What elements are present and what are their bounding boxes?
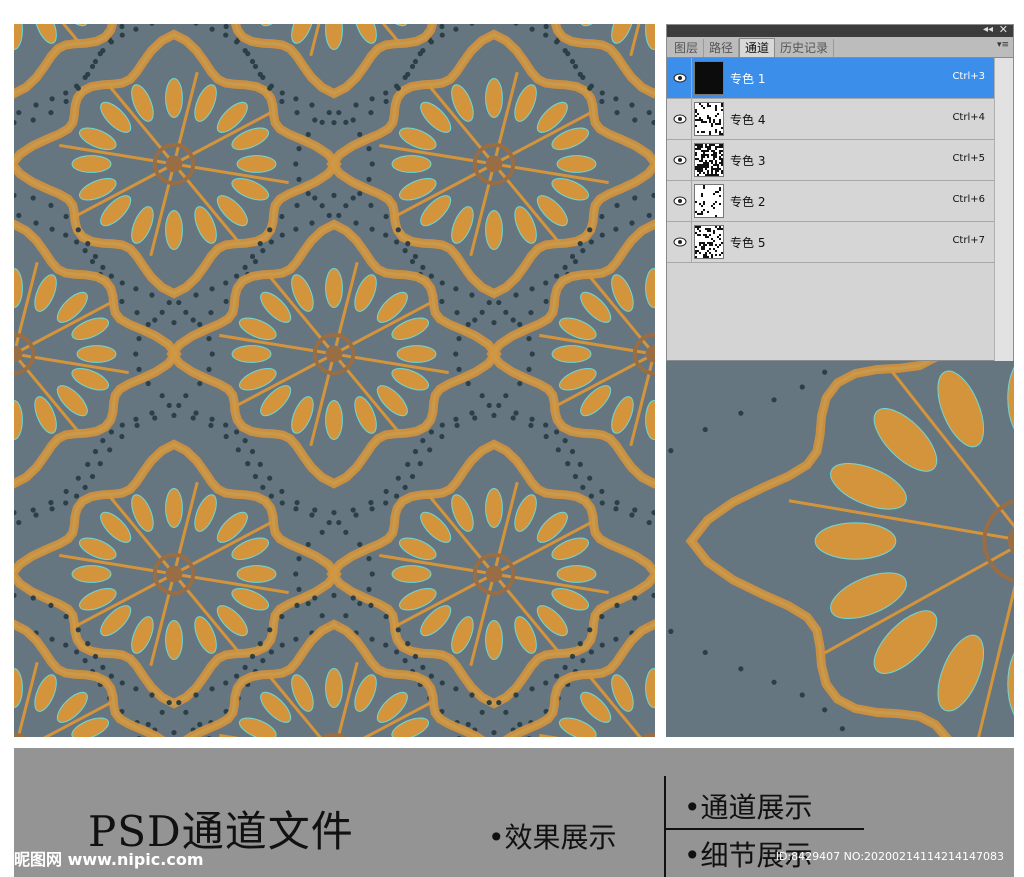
eye-icon[interactable]	[669, 140, 692, 180]
channel-list: 专色 1 Ctrl+3 专色 4 Ctrl+4 专色 3 Ctrl+5 专色 2…	[667, 58, 995, 263]
channel-thumbnail	[694, 184, 724, 218]
footer-banner: PSD通道文件 •效果展示 •通道展示 •细节展示 昵图网 www.nipic.…	[14, 748, 1014, 877]
eye-icon[interactable]	[669, 181, 692, 221]
channel-thumbnail	[694, 143, 724, 177]
channel-row[interactable]: 专色 4 Ctrl+4	[667, 99, 995, 140]
channel-shortcut: Ctrl+7	[952, 235, 985, 246]
channel-shortcut: Ctrl+4	[952, 112, 985, 123]
damask-pattern-image	[14, 24, 655, 737]
panel-menu-icon[interactable]: ▾≡	[997, 40, 1009, 50]
tab-history[interactable]: 历史记录	[775, 39, 835, 57]
channel-shortcut: Ctrl+6	[952, 194, 985, 205]
close-icon[interactable]: ✕	[999, 23, 1008, 37]
divider-vertical	[664, 776, 666, 877]
channel-thumbnail	[694, 102, 724, 136]
eye-icon[interactable]	[669, 99, 692, 139]
effect-label: •效果展示	[488, 821, 617, 854]
tab-paths[interactable]: 路径	[704, 39, 740, 57]
channel-name: 专色 1	[730, 72, 766, 86]
channel-row[interactable]: 专色 2 Ctrl+6	[667, 181, 995, 222]
channel-name: 专色 3	[730, 154, 766, 168]
watermark-id: ID:8429407 NO:20200214114214147083	[775, 850, 1004, 863]
panel-tabs: 图层 路径 通道 历史记录 ▾≡	[667, 37, 1013, 58]
eye-icon[interactable]	[669, 222, 692, 262]
channel-name: 专色 4	[730, 113, 766, 127]
tab-channels[interactable]: 通道	[739, 38, 776, 57]
tab-layers[interactable]: 图层	[669, 39, 705, 57]
channel-row[interactable]: 专色 5 Ctrl+7	[667, 222, 995, 263]
channel-row[interactable]: 专色 3 Ctrl+5	[667, 140, 995, 181]
pattern-preview	[14, 24, 655, 737]
channel-label: •通道展示	[684, 791, 813, 824]
eye-icon[interactable]	[669, 58, 692, 98]
channel-name: 专色 2	[730, 195, 766, 209]
channel-row[interactable]: 专色 1 Ctrl+3	[667, 58, 995, 99]
panel-scrollbar[interactable]	[994, 58, 1013, 361]
channels-panel: ◂◂ ✕ 图层 路径 通道 历史记录 ▾≡ 专色 1 Ctrl+3 专色 4 C…	[666, 23, 1014, 361]
watermark-logo: 昵图网 www.nipic.com	[14, 850, 204, 869]
channel-shortcut: Ctrl+5	[952, 153, 985, 164]
channel-name: 专色 5	[730, 236, 766, 250]
detail-zoom-image	[668, 361, 1014, 737]
panel-titlebar: ◂◂ ✕	[667, 23, 1013, 37]
channel-shortcut: Ctrl+3	[952, 71, 985, 82]
channel-thumbnail	[694, 225, 724, 259]
detail-preview	[666, 361, 1014, 737]
channel-thumbnail	[694, 61, 724, 95]
divider-horizontal	[664, 828, 864, 830]
collapse-icon[interactable]: ◂◂	[983, 23, 993, 37]
